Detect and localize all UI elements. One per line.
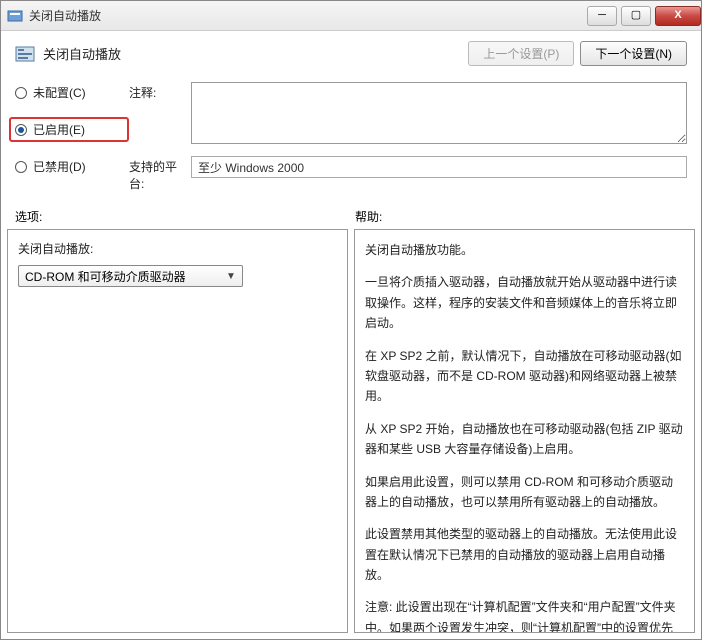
autoplay-off-label: 关闭自动播放: xyxy=(18,240,337,257)
window-titlebar: 关闭自动播放 ─ ▢ X xyxy=(1,1,701,31)
help-text: 此设置禁用其他类型的驱动器上的自动播放。无法使用此设置在默认情况下已禁用的自动播… xyxy=(365,524,684,585)
help-text: 关闭自动播放功能。 xyxy=(365,240,684,260)
app-icon xyxy=(7,8,23,24)
platform-value: 至少 Windows 2000 xyxy=(191,156,687,178)
help-header: 帮助: xyxy=(351,208,687,225)
minimize-button[interactable]: ─ xyxy=(587,6,617,26)
radio-icon xyxy=(15,161,27,173)
radio-not-configured[interactable]: 未配置(C) xyxy=(15,82,129,103)
comment-label: 注释: xyxy=(129,82,191,144)
close-button[interactable]: X xyxy=(655,6,701,26)
close-icon: X xyxy=(674,10,681,21)
select-value: CD-ROM 和可移动介质驱动器 xyxy=(25,268,224,285)
comment-textarea[interactable] xyxy=(191,82,687,144)
help-text: 一旦将介质插入驱动器，自动播放就开始从驱动器中进行读取操作。这样，程序的安装文件… xyxy=(365,272,684,333)
radio-icon xyxy=(15,87,27,99)
setting-icon xyxy=(15,44,35,64)
page-title: 关闭自动播放 xyxy=(43,44,468,63)
radio-disabled[interactable]: 已禁用(D) xyxy=(15,156,129,177)
window-title: 关闭自动播放 xyxy=(29,7,583,24)
radio-enabled[interactable]: 已启用(E) xyxy=(9,117,129,142)
options-panel: 关闭自动播放: CD-ROM 和可移动介质驱动器 ▼ xyxy=(7,229,348,633)
minimize-icon: ─ xyxy=(598,10,606,21)
next-setting-button[interactable]: 下一个设置(N) xyxy=(580,41,687,66)
radio-label: 已启用(E) xyxy=(33,121,85,138)
help-text: 从 XP SP2 开始，自动播放也在可移动驱动器(包括 ZIP 驱动器和某些 U… xyxy=(365,419,684,460)
maximize-icon: ▢ xyxy=(631,10,641,21)
platform-label: 支持的平台: xyxy=(129,156,191,192)
help-text: 注意: 此设置出现在“计算机配置”文件夹和“用户配置”文件夹中。如果两个设置发生… xyxy=(365,597,684,633)
previous-setting-button[interactable]: 上一个设置(P) xyxy=(468,41,574,66)
options-header: 选项: xyxy=(15,208,351,225)
chevron-down-icon: ▼ xyxy=(224,271,238,282)
radio-icon xyxy=(15,124,27,136)
help-text: 如果启用此设置，则可以禁用 CD-ROM 和可移动介质驱动器上的自动播放，也可以… xyxy=(365,472,684,513)
help-text: 在 XP SP2 之前，默认情况下，自动播放在可移动驱动器(如软盘驱动器，而不是… xyxy=(365,346,684,407)
radio-label: 未配置(C) xyxy=(33,84,86,101)
radio-label: 已禁用(D) xyxy=(33,158,86,175)
help-panel: 关闭自动播放功能。 一旦将介质插入驱动器，自动播放就开始从驱动器中进行读取操作。… xyxy=(354,229,695,633)
drive-type-select[interactable]: CD-ROM 和可移动介质驱动器 ▼ xyxy=(18,265,243,287)
maximize-button[interactable]: ▢ xyxy=(621,6,651,26)
